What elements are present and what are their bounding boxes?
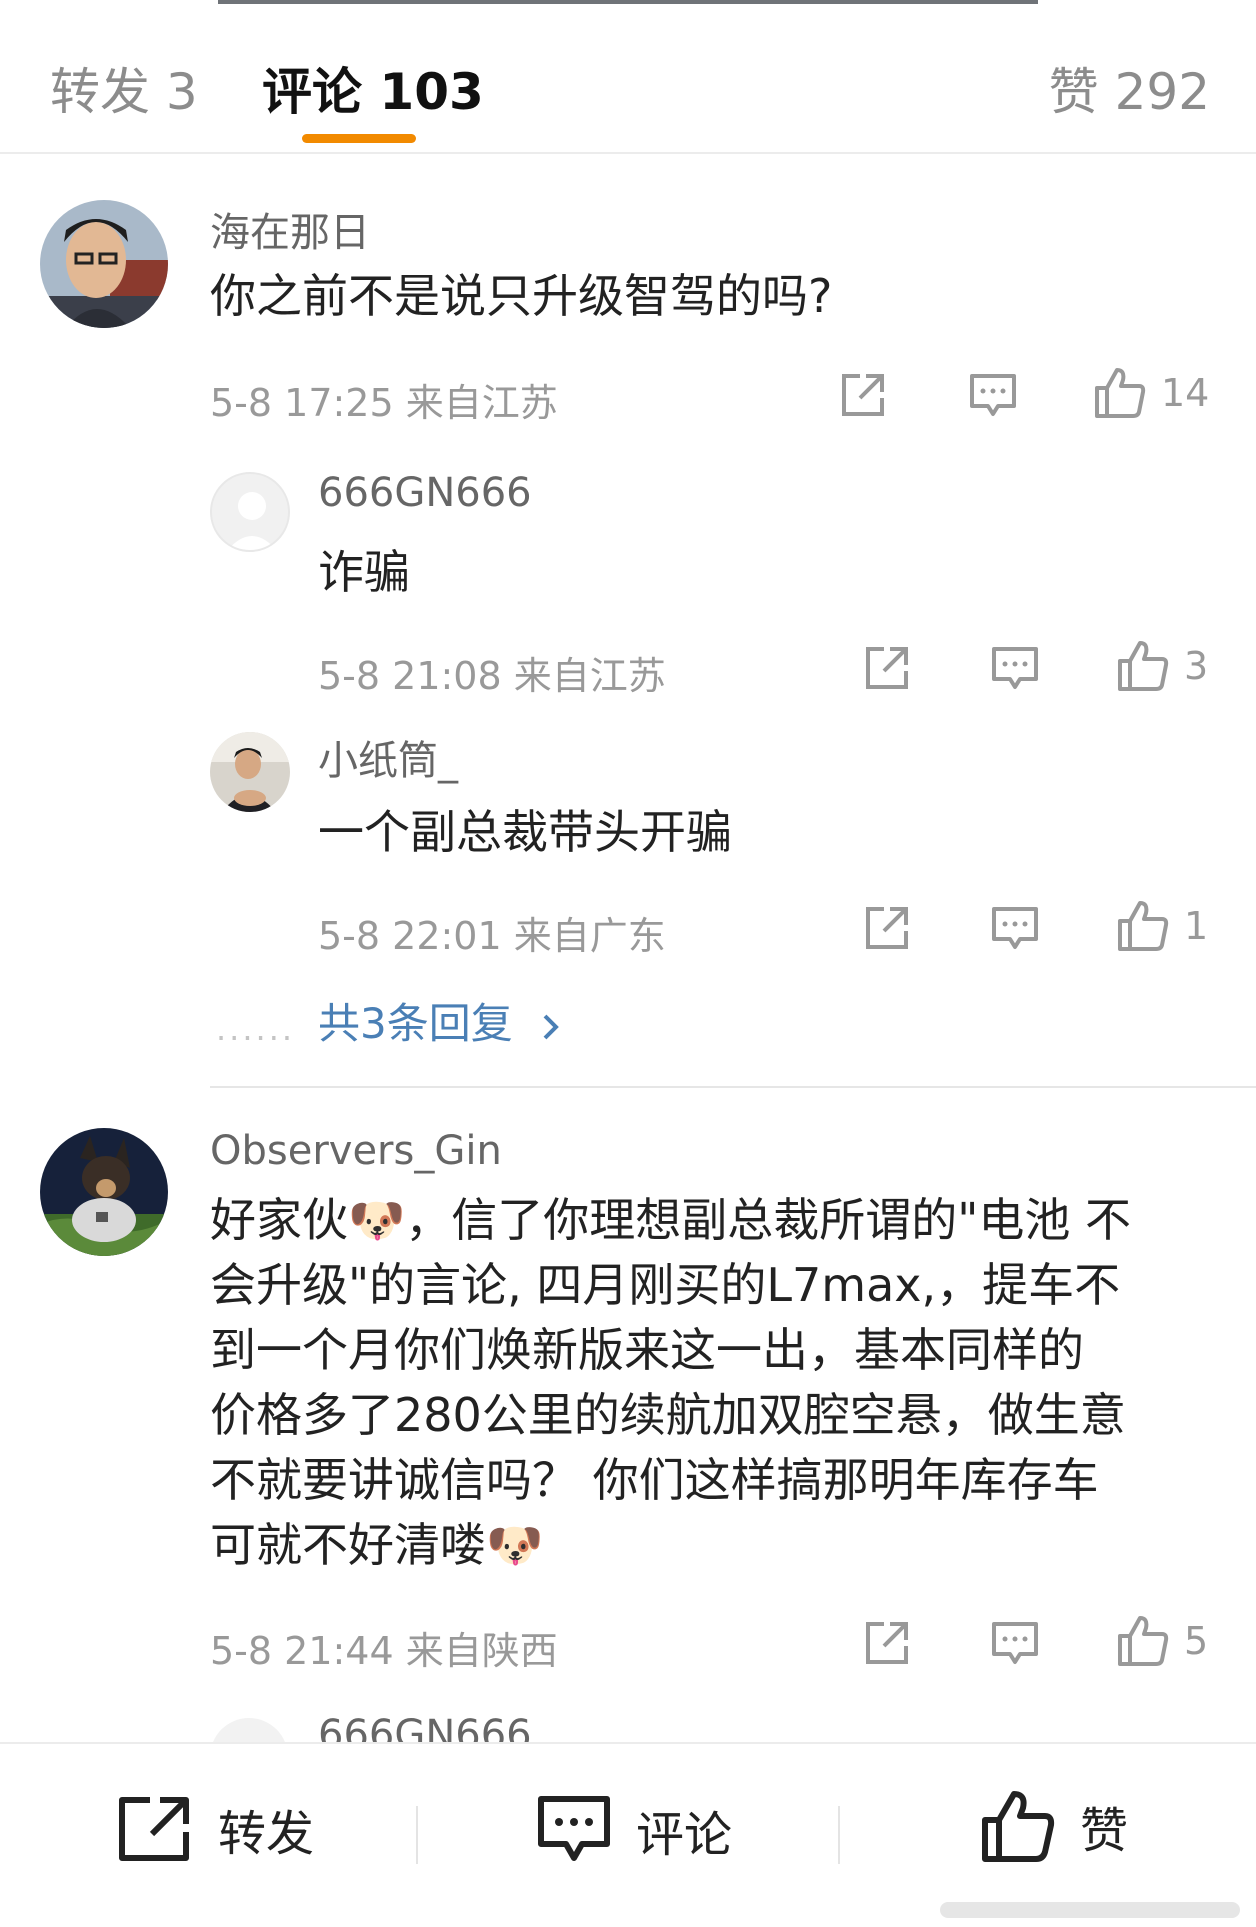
reply-button[interactable]	[990, 645, 1040, 693]
reply-content: 诈骗	[318, 545, 410, 599]
avatar[interactable]	[40, 1128, 168, 1256]
comment-icon	[992, 1622, 1038, 1664]
like-icon	[982, 1791, 1055, 1862]
like-icon	[1118, 641, 1169, 691]
like-count: 14	[1161, 371, 1210, 415]
share-icon	[866, 647, 908, 689]
like-bar-button[interactable]: 赞	[980, 1788, 1128, 1864]
reply-button[interactable]	[990, 1620, 1040, 1668]
like-button[interactable]: 5	[1116, 1614, 1208, 1668]
tab-repost[interactable]: 转发 3	[50, 52, 198, 124]
bar-separator	[416, 1806, 418, 1864]
comment-meta: 5-8 21:44 来自陕西	[210, 1629, 558, 1673]
bottom-action-bar: 转发 评论 赞	[0, 1742, 1256, 1927]
reply-meta: 5-8 21:08 来自江苏	[318, 654, 666, 698]
avatar[interactable]	[210, 732, 290, 812]
repost-button[interactable]: 转发	[116, 1794, 314, 1864]
like-icon	[1118, 1616, 1169, 1666]
like-button[interactable]: 1	[1116, 899, 1208, 953]
tab-likes[interactable]: 赞 292	[1049, 52, 1210, 124]
comment-content: 你之前不是说只升级智驾的吗?	[210, 269, 833, 323]
comment-icon	[992, 907, 1038, 949]
repost-label: 转发	[218, 1806, 315, 1862]
comment-icon	[538, 1796, 610, 1861]
comment-line: 会升级"的言论, 四月刚买的L7max,，提车不	[210, 1258, 1121, 1312]
share-icon	[842, 374, 884, 416]
reply-content: 一个副总裁带头开骗	[318, 805, 732, 859]
like-icon	[1095, 368, 1146, 418]
comment-username[interactable]: 海在那日	[210, 200, 370, 258]
like-count: 1	[1184, 904, 1209, 948]
home-indicator	[940, 1902, 1240, 1918]
reply-username[interactable]: 小纸筒_	[318, 728, 458, 786]
comment-icon	[992, 647, 1038, 689]
tab-bar: 转发 3 评论 103 赞 292	[0, 4, 1256, 152]
like-button[interactable]: 3	[1116, 639, 1208, 693]
comment-label: 评论	[636, 1807, 733, 1863]
comment-line: 价格多了280公里的续航加双腔空悬，做生意	[210, 1388, 1126, 1442]
share-icon	[866, 907, 908, 949]
bar-separator	[838, 1806, 840, 1864]
avatar[interactable]	[210, 472, 290, 552]
like-count: 3	[1184, 644, 1209, 688]
share-icon	[119, 1797, 189, 1861]
share-button[interactable]	[862, 1618, 912, 1668]
comment-icon	[970, 374, 1016, 416]
comment-line: 到一个月你们焕新版来这一出，基本同样的	[210, 1323, 1084, 1377]
share-icon	[866, 1622, 908, 1664]
more-replies-link[interactable]: 共3条回复	[318, 990, 562, 1051]
comment-username[interactable]: Observers_Gin	[210, 1128, 502, 1174]
share-button[interactable]	[862, 643, 912, 693]
share-button[interactable]	[862, 903, 912, 953]
more-replies-dots: ......	[216, 1010, 296, 1048]
like-icon	[1118, 901, 1169, 951]
comment-meta: 5-8 17:25 来自江苏	[210, 381, 558, 425]
tab-comments[interactable]: 评论 103	[262, 52, 484, 124]
like-label: 赞	[1080, 1803, 1129, 1859]
reply-username[interactable]: 666GN666	[318, 470, 532, 516]
share-button[interactable]	[838, 370, 888, 420]
comment-divider	[210, 1086, 1256, 1088]
reply-button[interactable]	[968, 372, 1018, 420]
avatar[interactable]	[40, 200, 168, 328]
more-replies-chevron-icon	[543, 1014, 559, 1039]
reply-button[interactable]	[990, 905, 1040, 953]
like-button[interactable]: 14	[1093, 366, 1209, 420]
like-count: 5	[1184, 1619, 1209, 1663]
comment-content: 好家伙🐶，信了你理想副总裁所谓的"电池 不 会升级"的言论, 四月刚买的L7ma…	[210, 1188, 1131, 1578]
comment-line: 可就不好清喽🐶	[210, 1518, 544, 1572]
reply-meta: 5-8 22:01 来自广东	[318, 914, 666, 958]
comment-button[interactable]: 评论	[536, 1794, 732, 1866]
more-replies-label: 共3条回复	[318, 999, 513, 1048]
active-tab-indicator	[302, 134, 416, 143]
comment-line: 不就要讲诚信吗？ 你们这样搞那明年库存车	[210, 1453, 1099, 1507]
comment-line: 好家伙🐶，信了你理想副总裁所谓的"电池 不	[210, 1193, 1132, 1247]
header-divider	[0, 152, 1256, 154]
